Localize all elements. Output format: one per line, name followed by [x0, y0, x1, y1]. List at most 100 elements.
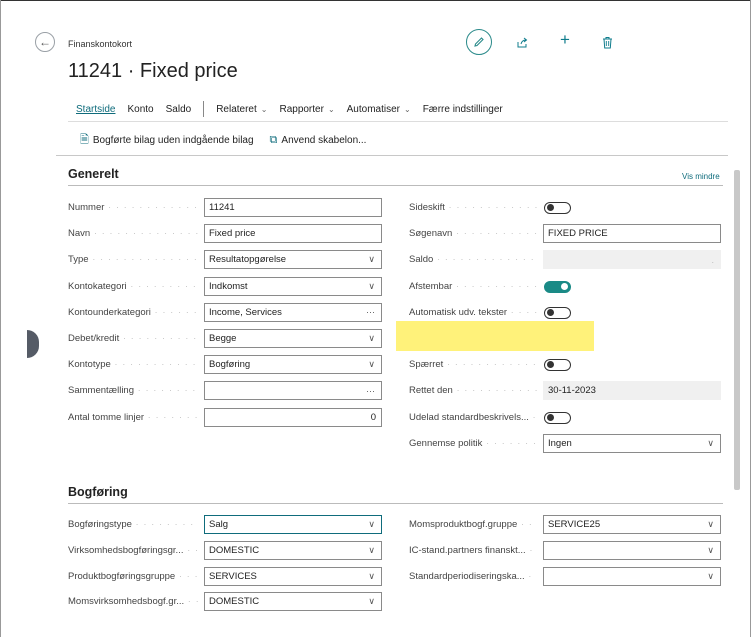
tab-startside[interactable]: Startside [76, 104, 115, 115]
field-label-sideskift: Sideskift · · · · · · · · · · · · · · · … [409, 202, 537, 213]
field-label-text: Sammentælling [68, 385, 134, 397]
chevron-down-icon: ∨ [368, 254, 375, 265]
field-value: DOMESTIC [209, 596, 260, 608]
leader-dots: · · · · · · · · · · · · · · · · · · [178, 570, 198, 582]
bogføringstype-field[interactable]: Salg ∨ [204, 515, 382, 534]
leader-dots: · · · · · · · · · · · · · · · · · · [456, 385, 537, 397]
posted-docs-label: Bogførte bilag uden indgående bilag [92, 135, 254, 146]
field-label-antal-tomme-linjer: Antal tomme linjer · · · · · · · · · · ·… [68, 412, 198, 423]
edit-button[interactable] [466, 29, 492, 55]
apply-template-action[interactable]: ⧉ Anvend skabelon... [270, 131, 367, 150]
nummer-field[interactable]: 11241 [204, 198, 382, 217]
field-label-text: Rettet den [409, 385, 453, 397]
field-value: Salg [209, 519, 229, 530]
page-title: 11241 · Fixed price [68, 60, 238, 82]
field-label-text: Virksomhedsbogføringsgr... [68, 544, 184, 556]
chevron-down-icon: ∨ [368, 544, 375, 555]
section-title-generelt: Generelt [68, 167, 119, 181]
field-label-text: Sideskift [409, 202, 445, 213]
leader-dots: · · · · · · · · · · · · · · · · · · [455, 280, 537, 292]
field-value: 0 [370, 411, 376, 423]
leader-dots: · · · · · · · · · · · · · · · · · · [532, 411, 538, 423]
leader-dots: · · · · · · · · · · · · · · · · · · [528, 570, 537, 582]
leader-dots: · · · · · · · · · · · · · · · · · · [135, 519, 198, 530]
scrollbar-thumb[interactable] [734, 170, 740, 490]
field-value: Resultatopgørelse [209, 254, 287, 266]
plus-icon: + [560, 30, 570, 49]
kontounderkategori-field[interactable]: Income, Services ··· [204, 302, 382, 322]
field-value: FIXED PRICE [548, 228, 608, 240]
field-label-momsproduktbogf-gruppe: Momsproduktbogf.gruppe · · · · · · · · ·… [409, 519, 537, 530]
field-label-bogføringstype: Bogføringstype · · · · · · · · · · · · ·… [68, 519, 198, 530]
søgenavn-field[interactable]: FIXED PRICE [543, 224, 721, 244]
field-label-text: Nummer [68, 202, 105, 213]
antal-tomme-linjer-field[interactable]: 0 [204, 407, 382, 427]
breadcrumb: Finanskontokort [68, 39, 133, 49]
automatisk-udv-tekster-toggle[interactable] [544, 306, 571, 319]
field-label-text: Automatisk udv. tekster [409, 306, 508, 318]
chevron-down-icon: ∨ [368, 596, 375, 607]
debet-kredit-field[interactable]: Begge ∨ [204, 329, 382, 348]
type-field[interactable]: Resultatopgørelse ∨ [204, 250, 382, 270]
momsproduktbogf-gruppe-field[interactable]: SERVICE25 ∨ [543, 515, 721, 534]
field-label-text: Gennemse politik [409, 437, 483, 449]
trash-icon [602, 36, 612, 48]
leader-dots: · · · · · · · · · · · · · · · · · · [130, 280, 198, 292]
template-icon: ⧉ [269, 134, 278, 146]
field-label-udelad-standardbeskrivels: Udelad standardbeskrivels... · · · · · ·… [409, 412, 537, 423]
new-button[interactable]: + [556, 30, 574, 49]
apply-template-label: Anvend skabelon... [281, 135, 367, 146]
sammentælling-field[interactable]: ··· [204, 381, 382, 401]
chevron-down-icon: ⌄ [404, 104, 411, 114]
sideskift-toggle[interactable] [544, 202, 571, 214]
side-panel-handle[interactable] [27, 330, 39, 358]
action-bar: Startside Konto Saldo Relateret ⌄ Rapport… [76, 101, 515, 117]
field-label-virksomhedsbogføringsgr: Virksomhedsbogføringsgr... · · · · · · ·… [68, 545, 198, 556]
chevron-down-icon: ∨ [368, 280, 375, 291]
field-label-automatisk-udv-tekster: Automatisk udv. tekster · · · · · · · · … [409, 307, 537, 318]
field-value: SERVICES [209, 570, 257, 582]
fewer-options-link[interactable]: Færre indstillinger [423, 104, 503, 115]
leader-dots: · · · · · · · · · · · · · · · · · · [448, 202, 537, 213]
field-label-kontotype: Kontotype · · · · · · · · · · · · · · · … [68, 359, 198, 370]
menu-automatiser[interactable]: Automatiser ⌄ [347, 104, 411, 115]
afstembar-toggle[interactable] [544, 280, 571, 293]
field-label-produktbogføringsgruppe: Produktbogføringsgruppe · · · · · · · · … [68, 571, 198, 582]
field-label-kontokategori: Kontokategori · · · · · · · · · · · · · … [68, 281, 198, 292]
field-label-text: Momsvirksomhedsbogf.gr... [68, 596, 185, 608]
gennemse-politik-field[interactable]: Ingen ∨ [543, 433, 721, 453]
field-label-text: Kontotype [68, 359, 111, 371]
field-value: Bogføring [209, 359, 251, 371]
posted-docs-action[interactable]: 🗎 Bogførte bilag uden indgående bilag [80, 131, 254, 150]
show-less-link[interactable]: Vis mindre [682, 172, 720, 181]
field-label-søgenavn: Søgenavn · · · · · · · · · · · · · · · ·… [409, 228, 537, 239]
momsvirksomhedsbogf-gr-field[interactable]: DOMESTIC ∨ [204, 592, 382, 612]
ic-stand-partners-finanskt-field[interactable]: ∨ [543, 540, 721, 560]
standardperiodiseringska-field[interactable]: ∨ [543, 566, 721, 586]
pencil-icon [474, 37, 484, 47]
kontokategori-field[interactable]: Indkomst ∨ [204, 276, 382, 296]
share-button[interactable] [513, 33, 531, 51]
ellipsis-icon[interactable]: ··· [366, 307, 375, 317]
tab-saldo[interactable]: Saldo [166, 104, 192, 115]
menu-rapporter[interactable]: Rapporter ⌄ [279, 104, 334, 115]
tab-konto[interactable]: Konto [127, 104, 153, 115]
menu-relateret-label: Relateret [216, 103, 257, 115]
field-label-text: IC-stand.partners finanskt... [409, 544, 526, 556]
spærret-toggle[interactable] [544, 359, 571, 372]
back-button[interactable]: ← [35, 32, 55, 52]
window-top-border [0, 0, 751, 1]
produktbogføringsgruppe-field[interactable]: SERVICES ∨ [204, 566, 382, 586]
menu-automatiser-label: Automatiser [346, 103, 400, 115]
ellipsis-icon[interactable]: ··· [366, 386, 375, 396]
chevron-down-icon: ∨ [707, 570, 714, 581]
udelad-standardbeskrivels-toggle[interactable] [544, 411, 571, 424]
delete-button[interactable] [598, 33, 616, 51]
field-label-gennemse-politik: Gennemse politik · · · · · · · · · · · ·… [409, 438, 537, 449]
chevron-down-icon: ∨ [707, 437, 714, 448]
virksomhedsbogføringsgr-field[interactable]: DOMESTIC ∨ [204, 540, 382, 560]
field-label-afstembar: Afstembar · · · · · · · · · · · · · · · … [409, 281, 537, 292]
menu-relateret[interactable]: Relateret ⌄ [216, 104, 267, 115]
navn-field[interactable]: Fixed price [204, 224, 382, 244]
kontotype-field[interactable]: Bogføring ∨ [204, 355, 382, 375]
